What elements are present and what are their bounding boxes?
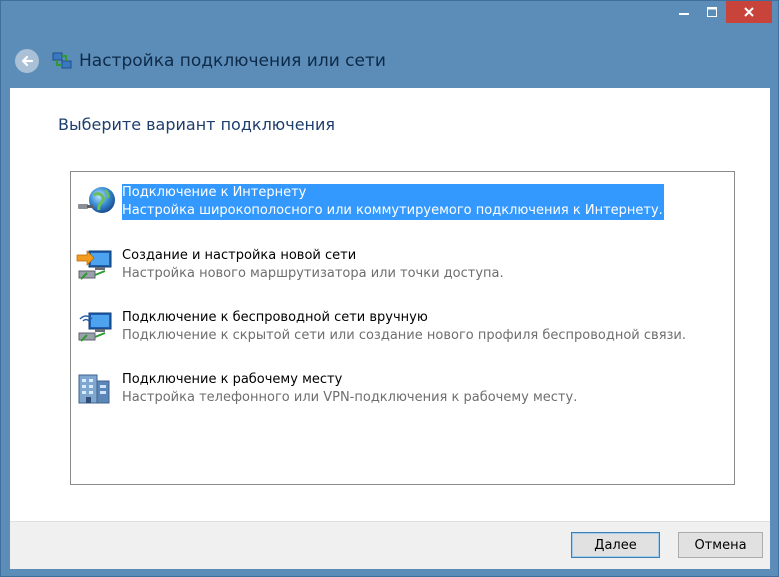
option-description: Подключение к скрытой сети или создание … bbox=[122, 328, 687, 343]
next-button[interactable]: Далее bbox=[571, 532, 660, 558]
option-workplace[interactable]: Подключение к рабочему месту Настройка т… bbox=[75, 371, 730, 421]
back-button[interactable] bbox=[15, 49, 39, 73]
option-title: Создание и настройка новой сети bbox=[122, 248, 357, 263]
close-icon bbox=[744, 7, 754, 17]
back-arrow-icon bbox=[21, 55, 34, 67]
option-description: Настройка нового маршрутизатора или точк… bbox=[122, 266, 504, 281]
window-title: Настройка подключения или сети bbox=[79, 51, 386, 71]
dialog-window: Настройка подключения или сети Выберите … bbox=[0, 0, 779, 577]
dialog-header: Настройка подключения или сети bbox=[9, 45, 770, 77]
option-new-network[interactable]: Создание и настройка новой сети Настройк… bbox=[75, 247, 730, 297]
workplace-building-icon bbox=[78, 374, 110, 404]
connection-options-list: Подключение к Интернету Настройка широко… bbox=[70, 171, 735, 485]
minimize-button[interactable] bbox=[670, 1, 698, 23]
option-description: Настройка телефонного или VPN-подключени… bbox=[122, 390, 578, 405]
close-button[interactable] bbox=[726, 1, 772, 23]
dialog-content: Выберите вариант подключения Подключение… bbox=[10, 88, 770, 521]
cancel-button[interactable]: Отмена bbox=[678, 532, 763, 558]
wireless-network-icon bbox=[78, 312, 112, 342]
maximize-button[interactable] bbox=[698, 1, 726, 23]
new-network-icon bbox=[76, 250, 112, 280]
option-title: Подключение к рабочему месту bbox=[122, 372, 343, 387]
minimize-icon bbox=[679, 13, 689, 15]
option-title: Подключение к Интернету bbox=[122, 185, 307, 200]
globe-connection-icon bbox=[78, 187, 115, 213]
option-wireless-manual[interactable]: Подключение к беспроводной сети вручную … bbox=[75, 309, 730, 359]
caption-controls bbox=[670, 1, 772, 25]
page-heading: Выберите вариант подключения bbox=[58, 115, 336, 134]
maximize-icon bbox=[707, 7, 717, 17]
dialog-footer: Далее Отмена bbox=[10, 521, 770, 569]
network-setup-icon bbox=[52, 52, 72, 69]
option-title: Подключение к беспроводной сети вручную bbox=[122, 310, 428, 325]
option-internet-connection[interactable]: Подключение к Интернету Настройка широко… bbox=[75, 184, 730, 234]
option-description: Настройка широкополосного или коммутируе… bbox=[122, 203, 663, 218]
